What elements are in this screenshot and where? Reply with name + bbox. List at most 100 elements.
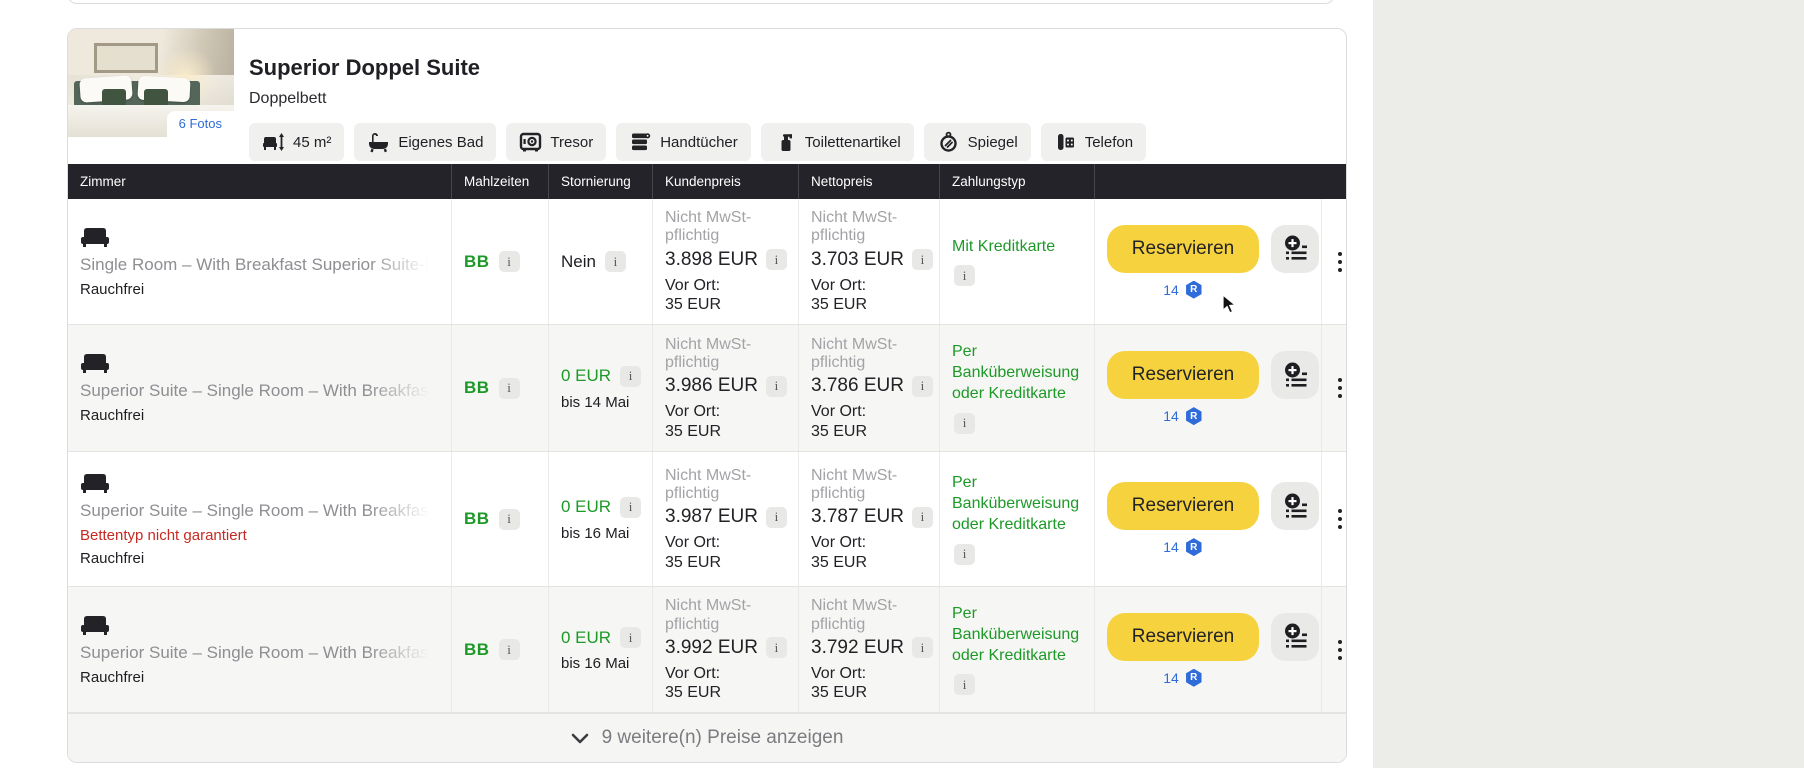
rate-count-badge[interactable]: 14 R (1107, 538, 1259, 556)
info-icon[interactable]: i (954, 265, 975, 286)
add-to-list-button[interactable] (1271, 351, 1319, 399)
column-header-0: Zimmer (68, 164, 451, 199)
cancellation-fee: 0 EUR (561, 366, 611, 386)
kebab-menu-icon (1338, 378, 1342, 398)
net-price-cell: Nicht MwSt-pflichtig 3.787 EUR i Vor Ort… (798, 452, 939, 586)
room-cell: Superior Suite – Single Room – With Brea… (68, 452, 451, 586)
info-icon[interactable]: i (620, 366, 641, 387)
info-icon[interactable]: i (620, 497, 641, 518)
reserve-button[interactable]: Reservieren (1107, 613, 1259, 661)
row-menu-button[interactable] (1321, 199, 1346, 324)
add-to-list-button[interactable] (1271, 225, 1319, 273)
rate-count-badge[interactable]: 14 R (1107, 407, 1259, 425)
bath-icon (367, 131, 390, 153)
toiletries-icon (774, 131, 797, 153)
onsite-label: Vor Ort: (811, 533, 939, 552)
show-more-prices-button[interactable]: 9 weitere(n) Preise anzeigen (68, 713, 1346, 762)
info-icon[interactable]: i (766, 507, 787, 528)
info-icon[interactable]: i (499, 639, 520, 660)
info-icon[interactable]: i (766, 249, 787, 270)
meals-code: BB (464, 378, 490, 398)
rate-count-badge[interactable]: 14 R (1107, 669, 1259, 687)
onsite-price: Vor Ort: 35 EUR (811, 664, 939, 702)
info-icon[interactable]: i (499, 251, 520, 272)
cancellation-cell: 0 EUR i bis 16 Mai (548, 587, 652, 712)
info-icon[interactable]: i (499, 509, 520, 530)
row-menu-button[interactable] (1321, 587, 1346, 712)
amenity-badge: Tresor (506, 123, 606, 161)
payment-type-cell: Per Banküberweisung oder Kreditkarte i (939, 587, 1094, 712)
room-photo[interactable]: 6 Fotos (68, 29, 234, 137)
cancellation-until: bis 14 Mai (561, 394, 652, 411)
row-menu-button[interactable] (1321, 325, 1346, 451)
double-bed-icon (80, 614, 110, 636)
customer-price-amount: 3.987 EUR (665, 506, 758, 528)
reserve-button[interactable]: Reservieren (1107, 482, 1259, 530)
towels-icon (629, 131, 652, 153)
net-price-cell: Nicht MwSt-pflichtig 3.703 EUR i Vor Ort… (798, 199, 939, 324)
onsite-price: Vor Ort: 35 EUR (665, 402, 798, 440)
rate-count: 14 (1163, 670, 1179, 686)
customer-price-cell: Nicht MwSt-pflichtig 3.992 EUR i Vor Ort… (652, 587, 798, 712)
page-background-panel (1373, 0, 1804, 768)
onsite-label: Vor Ort: (811, 276, 939, 295)
add-to-list-button[interactable] (1271, 613, 1319, 661)
info-icon[interactable]: i (499, 378, 520, 399)
onsite-label: Vor Ort: (665, 533, 798, 552)
info-icon[interactable]: i (912, 507, 933, 528)
smoking-label: Rauchfrei (80, 281, 451, 298)
row-menu-button[interactable] (1321, 452, 1346, 586)
cancellation-cell: 0 EUR i bis 16 Mai (548, 452, 652, 586)
ratehawk-r-icon: R (1185, 538, 1203, 556)
rate-table-row: Superior Suite – Single Room – With Brea… (68, 452, 1346, 587)
meals-code: BB (464, 509, 490, 529)
rate-count: 14 (1163, 539, 1179, 555)
net-price-amount: 3.786 EUR (811, 375, 904, 397)
reserve-button[interactable]: Reservieren (1107, 351, 1259, 399)
customer-price-amount: 3.986 EUR (665, 375, 758, 397)
amenity-badge: Eigenes Bad (354, 123, 496, 161)
onsite-amount: 35 EUR (811, 295, 939, 314)
onsite-amount: 35 EUR (811, 683, 939, 702)
info-icon[interactable]: i (766, 376, 787, 397)
customer-price-amount: 3.992 EUR (665, 637, 758, 659)
info-icon[interactable]: i (912, 376, 933, 397)
column-header-2: Stornierung (548, 164, 652, 199)
customer-price-cell: Nicht MwSt-pflichtig 3.987 EUR i Vor Ort… (652, 452, 798, 586)
kebab-menu-icon (1338, 640, 1342, 660)
add-to-list-button[interactable] (1271, 482, 1319, 530)
info-icon[interactable]: i (766, 637, 787, 658)
amenities-row: 45 m²Eigenes BadTresorHandtücherToilette… (249, 123, 1346, 161)
photo-count-badge[interactable]: 6 Fotos (167, 111, 234, 137)
info-icon[interactable]: i (912, 637, 933, 658)
amenity-label: 45 m² (293, 134, 331, 151)
info-icon[interactable]: i (954, 413, 975, 434)
info-icon[interactable]: i (605, 251, 626, 272)
column-header-4: Nettopreis (798, 164, 939, 199)
onsite-price: Vor Ort: 35 EUR (665, 533, 798, 571)
onsite-price: Vor Ort: 35 EUR (811, 533, 939, 571)
reserve-button[interactable]: Reservieren (1107, 225, 1259, 273)
info-icon[interactable]: i (954, 674, 975, 695)
mirror-icon (937, 131, 960, 153)
rate-count-badge[interactable]: 14 R (1107, 281, 1259, 299)
onsite-amount: 35 EUR (665, 295, 798, 314)
info-icon[interactable]: i (954, 544, 975, 565)
onsite-label: Vor Ort: (811, 664, 939, 683)
safe-icon (519, 131, 542, 153)
net-price-amount: 3.792 EUR (811, 637, 904, 659)
meals-cell: BB i (451, 587, 548, 712)
info-icon[interactable]: i (912, 249, 933, 270)
previous-card-edge (67, 0, 1335, 4)
meals-cell: BB i (451, 199, 548, 324)
chevron-down-icon (571, 733, 589, 744)
show-more-prices-label: 9 weitere(n) Preise anzeigen (602, 727, 844, 749)
info-icon[interactable]: i (620, 627, 641, 648)
onsite-amount: 35 EUR (665, 553, 798, 572)
onsite-amount: 35 EUR (665, 683, 798, 702)
cancellation-until: bis 16 Mai (561, 655, 652, 672)
room-name: Superior Suite – Single Room – With Brea… (80, 501, 440, 521)
actions-cell: Reservieren 14 R (1094, 199, 1321, 324)
cancellation-fee: Nein (561, 252, 596, 272)
amenity-label: Toilettenartikel (805, 134, 901, 151)
